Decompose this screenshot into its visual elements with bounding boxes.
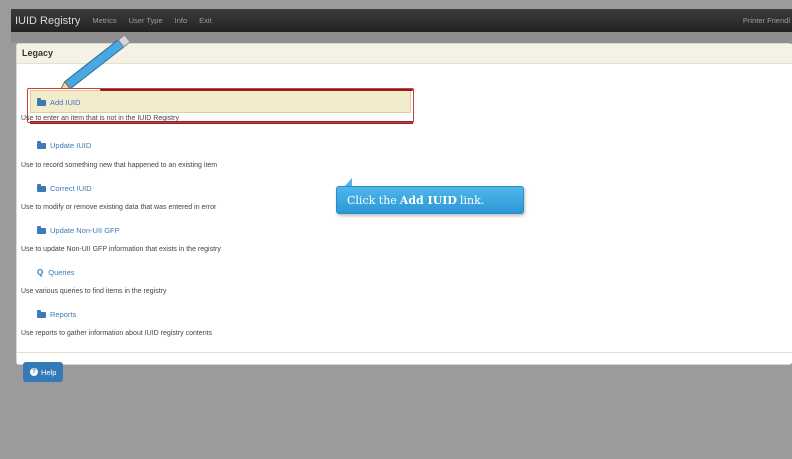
add-iuid-description: Use to enter an item that is not in the … xyxy=(21,115,179,122)
folder-open-icon xyxy=(37,225,46,234)
update-non-uii-gfp-link[interactable]: Update Non-UII GFP xyxy=(37,225,120,235)
callout-bold: Add IUID xyxy=(399,193,457,207)
panel-separator xyxy=(17,352,792,353)
queries-link[interactable]: Q Queries xyxy=(37,268,75,277)
callout-suffix: link. xyxy=(459,193,485,207)
help-button[interactable]: ? Help xyxy=(23,362,64,382)
folder-open-icon xyxy=(37,97,46,106)
update-non-uii-gfp-label: Update Non-UII GFP xyxy=(50,226,120,235)
correct-iuid-link[interactable]: Correct IUID xyxy=(37,183,92,193)
folder-open-icon xyxy=(37,183,46,192)
question-circle-icon: ? xyxy=(30,368,38,376)
callout-prefix: Click the xyxy=(347,193,397,207)
reports-label: Reports xyxy=(50,310,77,319)
add-iuid-label: Add IUID xyxy=(50,98,81,107)
instruction-callout: Click the Add IUID link. xyxy=(336,186,524,214)
brand-title[interactable]: IUID Registry xyxy=(15,15,80,27)
folder-open-icon xyxy=(37,309,46,318)
printer-friendly-link[interactable]: Printer Friendl xyxy=(743,16,790,25)
reports-description: Use reports to gather information about … xyxy=(21,330,213,337)
update-iuid-description: Use to record something new that happene… xyxy=(21,162,218,169)
correct-iuid-label: Correct IUID xyxy=(50,184,92,193)
nav-exit[interactable]: Exit xyxy=(199,16,212,25)
queries-label: Queries xyxy=(48,268,75,277)
folder-open-icon xyxy=(37,140,46,149)
update-iuid-label: Update IUID xyxy=(50,141,92,150)
reports-link[interactable]: Reports xyxy=(37,309,77,319)
nav-user-type[interactable]: User Type xyxy=(129,16,163,25)
correct-iuid-description: Use to modify or remove existing data th… xyxy=(21,204,217,211)
pencil-icon xyxy=(58,34,131,88)
search-icon: Q xyxy=(37,268,44,277)
help-label: Help xyxy=(41,367,57,377)
update-non-uii-gfp-description: Use to update Non-UII GFP information th… xyxy=(21,246,221,253)
nav-metrics[interactable]: Metrics xyxy=(92,16,116,25)
update-iuid-link[interactable]: Update IUID xyxy=(37,140,92,150)
add-iuid-link[interactable]: Add IUID xyxy=(37,97,81,107)
queries-description: Use various queries to find items in the… xyxy=(21,288,167,295)
nav-info[interactable]: Info xyxy=(175,16,188,25)
